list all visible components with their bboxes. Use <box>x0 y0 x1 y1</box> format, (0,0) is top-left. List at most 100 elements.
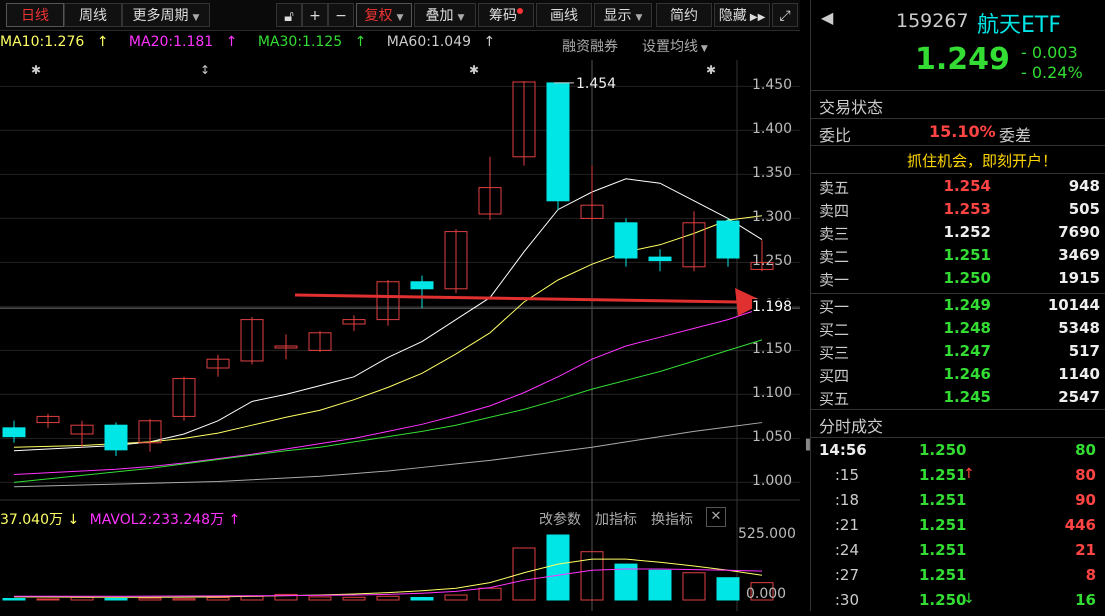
chip-label: 筹码 <box>489 8 517 24</box>
buy-row[interactable]: 买五 1.245 2547 <box>811 388 1105 411</box>
tab-weekly-label: 周线 <box>79 8 107 24</box>
sell-price: 1.250 <box>943 269 991 287</box>
weicha-label: 委差 <box>999 126 1032 145</box>
tick-price: 1.250 <box>919 591 967 609</box>
candle-body <box>410 281 434 290</box>
volume-bar <box>648 569 672 601</box>
candle-body <box>2 427 26 438</box>
buy-level-label: 买三 <box>819 344 850 362</box>
sell-row[interactable]: 卖五 1.254 948 <box>811 177 1105 200</box>
tab-more-label: 更多周期 <box>132 8 189 24</box>
sell-row[interactable]: 卖二 1.251 3469 <box>811 246 1105 269</box>
last-price: 1.249 <box>915 42 1010 77</box>
sell-row[interactable]: 卖四 1.253 505 <box>811 200 1105 223</box>
buy-row[interactable]: 买三 1.247 517 <box>811 342 1105 365</box>
volume-bar <box>546 534 570 601</box>
price-tick-label: 1.350 <box>752 165 793 182</box>
tick-time: :15 <box>834 466 859 484</box>
mavol2-label: MAVOL2:233.248万 ↑ <box>89 512 241 528</box>
lock-icon[interactable]: 🔓︎ <box>276 3 302 27</box>
tick-price: 1.250 <box>919 441 967 459</box>
price-tick-label: 1.450 <box>752 77 793 94</box>
fullscreen-icon[interactable]: ⤢ <box>772 3 798 27</box>
buy-level-label: 买一 <box>819 298 850 316</box>
marker-icon: ✱ <box>31 63 41 77</box>
buy-level-label: 买五 <box>819 390 850 408</box>
tick-row: 14:56 1.250 80 <box>811 441 1105 466</box>
chip-button[interactable]: 筹码 <box>478 3 534 27</box>
buy-level-label: 买四 <box>819 367 850 385</box>
tick-volume: 21 <box>1075 541 1096 559</box>
chart-toolbar: 日线 周线 更多周期 ▼ 🔓︎ + − 复权 ▼ 叠加 ▼ 筹码 画线 显示 ▼ 简约 … <box>0 0 800 31</box>
tab-daily[interactable]: 日线 <box>6 3 64 27</box>
tick-price: 1.251 <box>919 566 967 584</box>
weibi-label: 委比 <box>819 126 852 145</box>
tick-price: 1.251 <box>919 541 967 559</box>
hide-button[interactable]: 隐藏 ▶▶ <box>714 3 770 27</box>
tab-more-periods[interactable]: 更多周期 ▼ <box>122 3 210 27</box>
buy-volume: 10144 <box>1047 296 1100 314</box>
dropdown-arrow-icon: ▼ <box>192 13 200 23</box>
panel-resize-handle[interactable]: ▐ <box>802 440 810 460</box>
up-arrow-icon: ↑ <box>963 466 975 482</box>
tick-time: :18 <box>834 491 859 509</box>
volume-legend: 37.040万 ↓ MAVOL2:233.248万 ↑ <box>0 509 240 529</box>
double-arrow-icon: ▶▶ <box>746 12 766 23</box>
volume-bar <box>138 597 162 601</box>
zoom-in-button[interactable]: + <box>302 3 328 27</box>
buy-volume: 517 <box>1068 342 1100 360</box>
volume-bar <box>104 598 128 601</box>
draw-line-label: 画线 <box>550 8 578 24</box>
sell-level-label: 卖二 <box>819 248 850 266</box>
volume-bar <box>342 596 366 601</box>
dropdown-arrow-icon: ▼ <box>635 13 643 23</box>
buy-row[interactable]: 买一 1.249 10144 <box>811 296 1105 319</box>
price-tick-label: 1.150 <box>752 341 793 358</box>
candle-body <box>716 220 740 259</box>
marker-icon: ✱ <box>706 63 716 77</box>
sell-row[interactable]: 卖三 1.252 7690 <box>811 223 1105 246</box>
draw-line-button[interactable]: 画线 <box>536 3 592 27</box>
display-button[interactable]: 显示 ▼ <box>594 3 652 27</box>
sell-price: 1.254 <box>943 177 991 195</box>
buy-volume: 2547 <box>1058 388 1100 406</box>
sell-volume: 3469 <box>1058 246 1100 264</box>
tick-volume: 80 <box>1075 441 1096 459</box>
weibi-value: 15.10% <box>929 122 996 141</box>
open-account-promo[interactable]: 抓住机会，即刻开户！ <box>907 150 1057 171</box>
tick-time: :24 <box>834 541 859 559</box>
add-indicator-link[interactable]: 加指标 <box>595 509 637 529</box>
buy-row[interactable]: 买四 1.246 1140 <box>811 365 1105 388</box>
tab-weekly[interactable]: 周线 <box>64 3 122 27</box>
tick-price: 1.251 <box>919 466 967 484</box>
simple-button[interactable]: 简约 <box>656 3 712 27</box>
fuquan-button[interactable]: 复权 ▼ <box>356 3 412 27</box>
volume-bar <box>444 594 468 601</box>
sell-level-label: 卖四 <box>819 202 850 220</box>
tick-volume: 90 <box>1075 491 1096 509</box>
sell-level-label: 卖五 <box>819 179 850 197</box>
down-arrow-icon: ↓ <box>963 591 975 607</box>
back-arrow-icon[interactable]: ◀ <box>821 8 833 27</box>
switch-indicator-link[interactable]: 换指标 <box>651 509 693 529</box>
close-icon[interactable]: ✕ <box>706 507 726 527</box>
tick-time: 14:56 <box>819 441 867 459</box>
hide-label: 隐藏 <box>718 8 747 24</box>
volume-bar <box>410 597 434 601</box>
sell-row[interactable]: 卖一 1.250 1915 <box>811 269 1105 292</box>
tick-volume: 446 <box>1064 516 1096 534</box>
overlay-button[interactable]: 叠加 ▼ <box>414 3 476 27</box>
buy-row[interactable]: 买二 1.248 5348 <box>811 319 1105 342</box>
sell-level-label: 卖三 <box>819 225 850 243</box>
zoom-out-button[interactable]: − <box>328 3 354 27</box>
tab-daily-label: 日线 <box>21 8 49 24</box>
edit-params-link[interactable]: 改参数 <box>539 509 581 529</box>
volume-bar <box>376 595 400 601</box>
tick-row: :15 1.251 ↑ 80 <box>811 466 1105 491</box>
buy-volume: 1140 <box>1058 365 1100 383</box>
current-price-label: 1.198 <box>752 299 793 316</box>
simple-label: 简约 <box>670 8 698 24</box>
buy-volume: 5348 <box>1058 319 1100 337</box>
marker-icon: ↕ <box>200 63 210 77</box>
tick-row: :21 1.251 446 <box>811 516 1105 541</box>
